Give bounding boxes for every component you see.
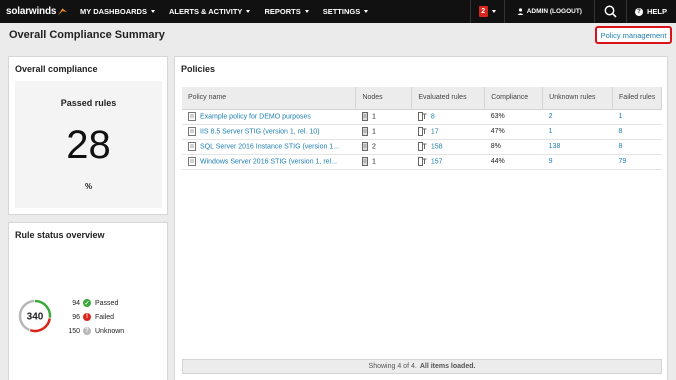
top-navigation-bar: solarwinds MY DASHBOARDS ALERTS & ACTIVI…: [0, 0, 676, 23]
unknown-rules-link[interactable]: 1: [542, 124, 613, 140]
rules-icon: [417, 127, 427, 136]
widget-title: Policies: [181, 64, 216, 74]
policy-document-icon: [188, 157, 196, 166]
help-button[interactable]: ? HELP: [625, 0, 676, 23]
solarwinds-flame-icon: [58, 7, 68, 16]
table-row[interactable]: SQL Server 2016 Instance STIG (version 1…: [182, 139, 662, 155]
unknown-rules-link[interactable]: 138: [542, 139, 613, 155]
legend-unknown[interactable]: 150 ? Unknown: [62, 324, 124, 338]
table-row[interactable]: Windows Server 2016 STIG (version 1, rel…: [182, 154, 662, 170]
server-node-icon: [361, 112, 368, 121]
nodes-cell: 2: [355, 139, 412, 155]
rules-icon: [417, 112, 427, 121]
column-header-compliance[interactable]: Compliance: [484, 87, 544, 110]
percent-unit: %: [84, 182, 93, 191]
brand-name: solarwinds: [6, 6, 57, 17]
rules-icon: [417, 157, 427, 166]
alert-icon: !: [83, 313, 91, 321]
chevron-down-icon: [364, 10, 369, 13]
rule-total: 340: [27, 312, 44, 323]
legend-failed[interactable]: 96 ! Failed: [62, 310, 124, 324]
policy-name-link[interactable]: IIS 8.5 Server STIG (version 1, rel. 10): [182, 124, 356, 140]
policy-document-icon: [188, 127, 196, 136]
policies-table: Policy name Nodes Evaluated rules Compli…: [182, 87, 662, 170]
widget-title: Overall compliance: [15, 64, 98, 74]
compliance-cell: 44%: [484, 154, 543, 170]
policy-document-icon: [188, 112, 196, 121]
nav-my-dashboards[interactable]: MY DASHBOARDS: [80, 0, 155, 23]
column-header-unknown-rules[interactable]: Unknown rules: [542, 87, 614, 110]
evaluated-rules-link[interactable]: 158: [411, 139, 485, 155]
nav-reports[interactable]: REPORTS: [264, 0, 309, 23]
column-header-nodes[interactable]: Nodes: [355, 87, 413, 110]
policy-name-link[interactable]: Example policy for DEMO purposes: [182, 109, 356, 125]
help-icon: ?: [634, 7, 643, 16]
table-row[interactable]: IIS 8.5 Server STIG (version 1, rel. 10)…: [182, 124, 662, 140]
table-header-row: Policy name Nodes Evaluated rules Compli…: [182, 87, 662, 110]
evaluated-rules-link[interactable]: 8: [411, 109, 485, 125]
column-header-evaluated-rules[interactable]: Evaluated rules: [411, 87, 486, 110]
passed-rules-value: 28: [66, 123, 111, 167]
compliance-cell: 47%: [484, 124, 543, 140]
user-icon: [517, 8, 524, 15]
policy-name-link[interactable]: Windows Server 2016 STIG (version 1, rel…: [182, 154, 356, 170]
rules-icon: [417, 142, 427, 151]
nodes-cell: 1: [355, 154, 412, 170]
solarwinds-logo[interactable]: solarwinds: [0, 6, 68, 17]
legend-passed[interactable]: 94 ✓ Passed: [62, 296, 124, 310]
evaluated-rules-link[interactable]: 17: [411, 124, 485, 140]
chevron-down-icon: [150, 10, 155, 13]
compliance-cell: 8%: [484, 139, 543, 155]
column-header-failed-rules[interactable]: Failed rules: [612, 87, 662, 110]
nav-alerts-activity[interactable]: ALERTS & ACTIVITY: [169, 0, 251, 23]
notification-count-badge: 2: [478, 6, 488, 17]
overall-compliance-widget: Overall compliance Passed rules 28 %: [8, 56, 168, 215]
nodes-cell: 1: [355, 109, 412, 125]
table-footer-status: Showing 4 of 4. All items loaded.: [182, 359, 662, 374]
policy-name-link[interactable]: SQL Server 2016 Instance STIG (version 1…: [182, 139, 356, 155]
rule-status-overview-widget: Rule status overview 340 94 ✓ Passed 96 …: [8, 222, 168, 380]
policies-widget: Policies Policy name Nodes Evaluated rul…: [174, 56, 668, 380]
server-node-icon: [361, 157, 368, 166]
compliance-summary-panel: Passed rules 28 %: [15, 81, 162, 208]
question-icon: ?: [83, 327, 91, 335]
failed-rules-link[interactable]: 8: [612, 139, 662, 155]
compliance-cell: 63%: [484, 109, 543, 125]
admin-logout-link[interactable]: ADMIN (LOGOUT): [503, 0, 594, 23]
policy-management-link[interactable]: Policy management: [595, 26, 672, 44]
chevron-down-icon: [491, 10, 496, 13]
server-node-icon: [361, 142, 368, 151]
rule-status-donut-chart: 340: [18, 299, 52, 333]
widget-title: Rule status overview: [15, 230, 105, 240]
column-header-policy-name[interactable]: Policy name: [182, 87, 357, 110]
page-title: Overall Compliance Summary: [9, 29, 165, 41]
failed-rules-link[interactable]: 79: [612, 154, 662, 170]
global-search-button[interactable]: [593, 0, 626, 23]
server-node-icon: [361, 127, 368, 136]
rule-status-legend: 94 ✓ Passed 96 ! Failed 150 ? Unknown: [62, 296, 124, 338]
policy-document-icon: [188, 142, 196, 151]
notifications-button[interactable]: 2: [469, 0, 504, 23]
search-icon: [604, 5, 617, 18]
table-row[interactable]: Example policy for DEMO purposes 1 8 63% 2 1: [182, 109, 662, 125]
chevron-down-icon: [246, 10, 251, 13]
failed-rules-link[interactable]: 1: [612, 109, 662, 125]
check-icon: ✓: [83, 299, 91, 307]
unknown-rules-link[interactable]: 2: [542, 109, 613, 125]
nav-settings[interactable]: SETTINGS: [323, 0, 369, 23]
evaluated-rules-link[interactable]: 157: [411, 154, 485, 170]
failed-rules-link[interactable]: 8: [612, 124, 662, 140]
chevron-down-icon: [304, 10, 309, 13]
passed-rules-label: Passed rules: [60, 98, 117, 108]
unknown-rules-link[interactable]: 9: [542, 154, 613, 170]
nodes-cell: 1: [355, 124, 412, 140]
